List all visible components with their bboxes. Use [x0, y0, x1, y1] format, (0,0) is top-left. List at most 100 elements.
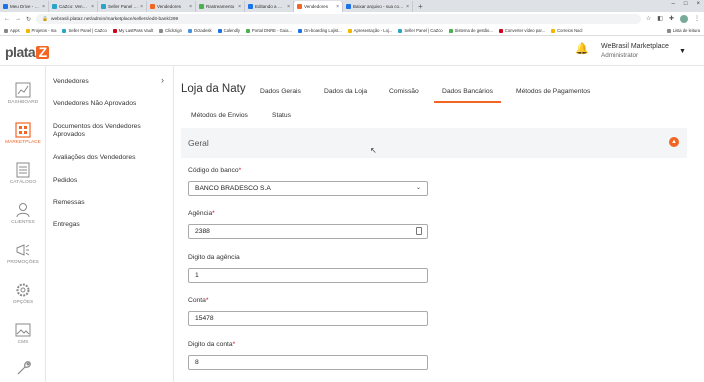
tab-shipping-methods[interactable]: Métodos de Envios [191, 112, 248, 119]
bookmark[interactable]: Apresentação - Loj... [347, 28, 392, 33]
browser-tab[interactable]: Editando a Página Finaliz...× [245, 1, 294, 12]
sidebar-item-catalog[interactable]: CATÁLOGO [0, 162, 46, 185]
agency-digit-field[interactable]: 1 [188, 268, 428, 283]
sidebar-item-promotions[interactable]: PROMOÇÕES [0, 242, 46, 265]
bookmark[interactable]: Sistema de gestão... [448, 28, 493, 33]
user-role: Administrator [601, 52, 639, 59]
close-icon[interactable]: × [287, 4, 290, 10]
bookmark-icon [448, 28, 453, 33]
bookmark[interactable]: Converter vídeo par... [498, 28, 545, 33]
close-icon[interactable]: × [140, 4, 143, 10]
chevron-down-icon[interactable]: ▼ [679, 48, 686, 55]
user-name: WeBrasil Marketplace [601, 43, 669, 50]
sidebar-item-dashboard[interactable]: DASHBOARD [0, 82, 46, 105]
tab-payment-methods[interactable]: Métodos de Pagamentos [516, 88, 590, 95]
section-header-general[interactable]: Geral ▲ [181, 128, 687, 158]
subnav-item-sellers[interactable]: Vendedores [53, 78, 165, 86]
menu-icon[interactable]: ⋮ [694, 15, 700, 23]
puzzle-icon[interactable]: ✚ [669, 15, 674, 23]
account-field[interactable]: 15478 [188, 311, 428, 326]
bookmark-icon [398, 28, 403, 33]
bookmarks-bar: Apps Projetos - Ina Seller Panel | CaZco… [0, 26, 704, 36]
favicon-icon [346, 4, 351, 9]
account-digit-field[interactable]: 8 [188, 355, 428, 370]
bookmark-icon [112, 28, 117, 33]
address-bar[interactable]: 🔒 webrasil.plataz.net/admin/marketplace/… [36, 14, 641, 24]
bookmark[interactable]: My LastPass Vault [112, 28, 153, 33]
bookmark-icon [245, 28, 250, 33]
favicon-icon [199, 4, 204, 9]
chevron-up-icon[interactable]: ▲ [669, 137, 679, 147]
autofill-icon[interactable] [416, 227, 422, 235]
browser-tab[interactable]: Baixar arquivo - sua cont... × [343, 1, 413, 12]
tab-general-data[interactable]: Dados Gerais [260, 88, 301, 95]
close-icon[interactable]: × [406, 4, 409, 10]
toolbar-icons: ☆ ◧ ✚ ⋮ [646, 15, 700, 23]
subnav-item-seller-reviews[interactable]: Avaliações dos Vendedores [53, 154, 165, 162]
bookmark[interactable]: Clickzign [159, 28, 182, 33]
reading-list[interactable]: Lista de leitura [666, 28, 700, 33]
bookmark[interactable]: On-boarding Lojist... [297, 28, 342, 33]
agency-field[interactable]: 2388 [188, 224, 428, 239]
subnav-item-deliveries[interactable]: Entregas [53, 221, 165, 229]
close-icon[interactable]: × [189, 4, 192, 10]
close-icon[interactable]: × [238, 4, 241, 10]
sidebar-item-cms[interactable]: CMS [0, 322, 46, 345]
close-icon[interactable]: × [42, 4, 45, 10]
bookmark-icon [498, 28, 503, 33]
close-icon[interactable]: × [336, 4, 339, 10]
bookmark-icon [551, 28, 556, 33]
bookmark[interactable]: Octadesk [187, 28, 212, 33]
chevron-down-icon: ⌄ [415, 185, 421, 191]
sidebar-item-options[interactable]: OPÇÕES [0, 282, 46, 305]
browser-tab[interactable]: Rastreamento × [196, 1, 245, 12]
bank-code-select[interactable]: BANCO BRADESCO S.A ⌄ [188, 181, 428, 196]
bookmark[interactable]: Seller Panel | CaZco [398, 28, 443, 33]
user-menu[interactable]: WeBrasil Marketplace Administrator [601, 42, 669, 60]
chevron-right-icon[interactable]: › [161, 75, 164, 85]
bookmark[interactable]: Calendly [217, 28, 240, 33]
sidebar-item-marketplace[interactable]: MARKETPLACE [0, 122, 46, 145]
tab-bank-data[interactable]: Dados Bancários [434, 88, 501, 103]
subnav-item-shipments[interactable]: Remessas [53, 199, 165, 207]
tab-status[interactable]: Status [272, 112, 291, 119]
sidebar-item-tools[interactable] [0, 360, 46, 378]
reload-icon[interactable]: ↻ [26, 16, 31, 23]
forward-icon[interactable]: → [15, 16, 21, 22]
bookmark-icon [62, 28, 67, 33]
bookmark[interactable]: Correios Nacl [551, 28, 582, 33]
close-icon[interactable]: × [91, 4, 94, 10]
extension-icon[interactable]: ◧ [657, 15, 663, 23]
close-window-icon[interactable]: × [696, 1, 700, 7]
subnav-item-approved-documents[interactable]: Documentos dos Vendedores Aprovados [53, 123, 165, 139]
sidebar-item-clients[interactable]: CLIENTES [0, 202, 46, 225]
bookmark[interactable]: Apps [4, 28, 20, 33]
back-icon[interactable]: ← [4, 16, 10, 22]
browser-tab[interactable]: Meu Drive - Google Drive× [0, 1, 49, 12]
bell-icon[interactable]: 🔔 [575, 42, 589, 55]
bookmark[interactable]: Seller Panel | CaZco [62, 28, 107, 33]
url-text: webrasil.plataz.net/admin/marketplace/se… [51, 16, 179, 22]
minimize-icon[interactable]: – [672, 1, 675, 7]
plataz-logo[interactable]: plata Z [5, 44, 50, 60]
bookmark[interactable]: Portal DNRE - Guia... [245, 28, 292, 33]
main-sidebar: DASHBOARD MARKETPLACE CATÁLOGO CLIENTES … [0, 66, 46, 382]
maximize-icon[interactable]: □ [684, 1, 688, 7]
bookmark[interactable]: Projetos - Ina [25, 28, 56, 33]
browser-tab[interactable]: CaZco: Vendas (Vendas e...× [49, 1, 98, 12]
subnav-item-unapproved-sellers[interactable]: Vendedores Não Aprovados [53, 100, 165, 108]
new-tab-button[interactable]: + [413, 1, 428, 12]
wrench-icon [17, 361, 31, 375]
bookmark-icon [159, 28, 164, 33]
profile-avatar[interactable] [680, 15, 688, 23]
image-icon [15, 323, 31, 337]
agency-digit-label: Digito da agência [188, 254, 240, 261]
browser-tab-active[interactable]: Vendedores × [294, 1, 343, 12]
bookmark-icon [347, 28, 352, 33]
star-icon[interactable]: ☆ [646, 15, 651, 23]
subnav-item-orders[interactable]: Pedidos [53, 177, 165, 185]
tab-store-data[interactable]: Dados da Loja [324, 88, 367, 95]
tab-commission[interactable]: Comissão [389, 88, 419, 95]
browser-tab[interactable]: Seller Panel | CaZco× [98, 1, 147, 12]
browser-tab[interactable]: Vendedores × [147, 1, 196, 12]
